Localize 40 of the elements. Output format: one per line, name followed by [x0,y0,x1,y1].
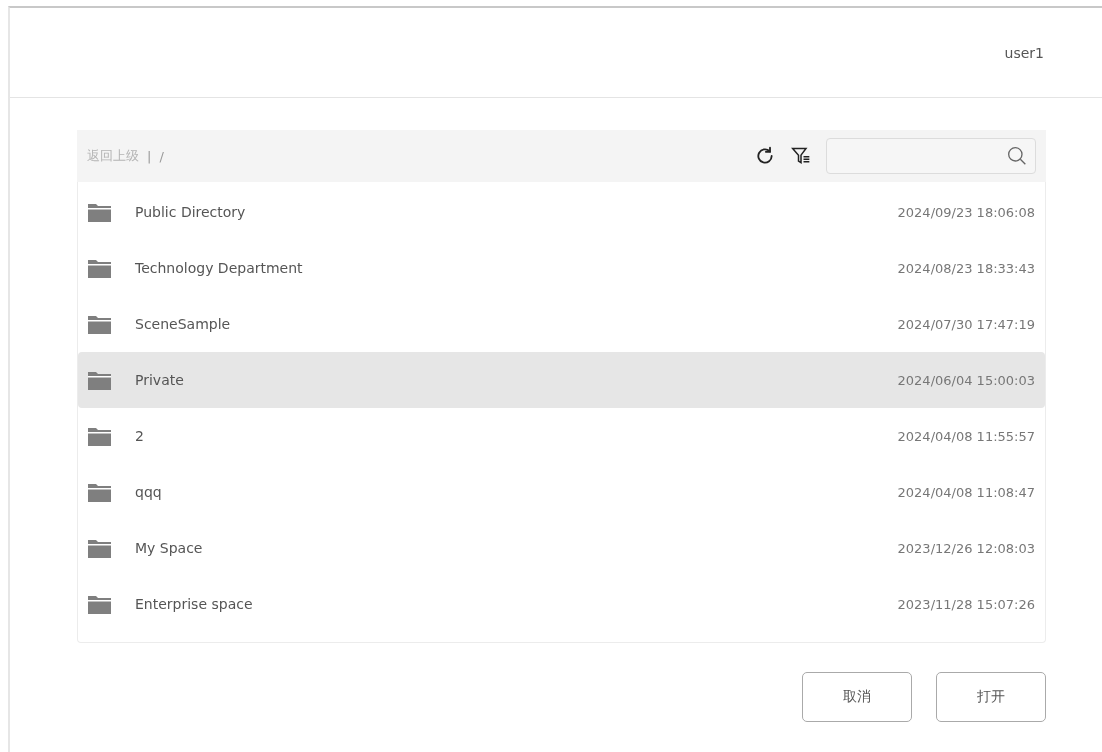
user-name: user1 [1004,44,1044,61]
cancel-button[interactable]: 取消 [802,672,912,722]
folder-icon [88,426,111,446]
file-row[interactable]: Enterprise space 2023/11/28 15:07:26 [78,576,1045,632]
search-field[interactable] [826,138,1036,174]
file-name: qqq [135,484,163,500]
folder-icon [88,538,111,558]
open-button[interactable]: 打开 [936,672,1046,722]
file-row[interactable]: Technology Department 2024/08/23 18:33:43 [78,240,1045,296]
path-text: / [159,148,165,164]
file-name: Technology Department [135,260,304,276]
file-row[interactable]: Private 2024/06/04 15:00:03 [78,352,1045,408]
separator: | [147,148,152,164]
file-name: 2 [135,428,145,444]
search-icon[interactable] [1007,146,1027,166]
file-name: Enterprise space [135,596,254,612]
folder-icon [88,370,111,390]
modified-date: 2023/11/28 15:07:26 [897,596,1035,612]
file-name: Public Directory [135,204,247,220]
filter-icon[interactable] [790,145,812,167]
folder-icon [88,314,111,334]
modified-date: 2024/08/23 18:33:43 [897,260,1035,276]
file-name: Private [135,372,185,388]
file-name: SceneSample [135,316,232,332]
file-row[interactable]: My Space 2023/12/26 12:08:03 [78,520,1045,576]
modified-date: 2024/07/30 17:47:19 [897,316,1035,332]
folder-icon [88,202,111,222]
modified-date: 2024/06/04 15:00:03 [897,372,1035,388]
file-row[interactable]: qqq 2024/04/08 11:08:47 [78,464,1045,520]
folder-icon [88,594,111,614]
modified-date: 2023/12/26 12:08:03 [897,540,1035,556]
folder-icon [88,482,111,502]
modified-date: 2024/04/08 11:55:57 [897,428,1035,444]
file-row[interactable]: Public Directory 2024/09/23 18:06:08 [78,184,1045,240]
modified-date: 2024/09/23 18:06:08 [897,204,1035,220]
modified-date: 2024/04/08 11:08:47 [897,484,1035,500]
file-name: My Space [135,540,204,556]
file-row[interactable]: SceneSample 2024/07/30 17:47:19 [78,296,1045,352]
folder-icon [88,258,111,278]
file-row[interactable]: 2 2024/04/08 11:55:57 [78,408,1045,464]
